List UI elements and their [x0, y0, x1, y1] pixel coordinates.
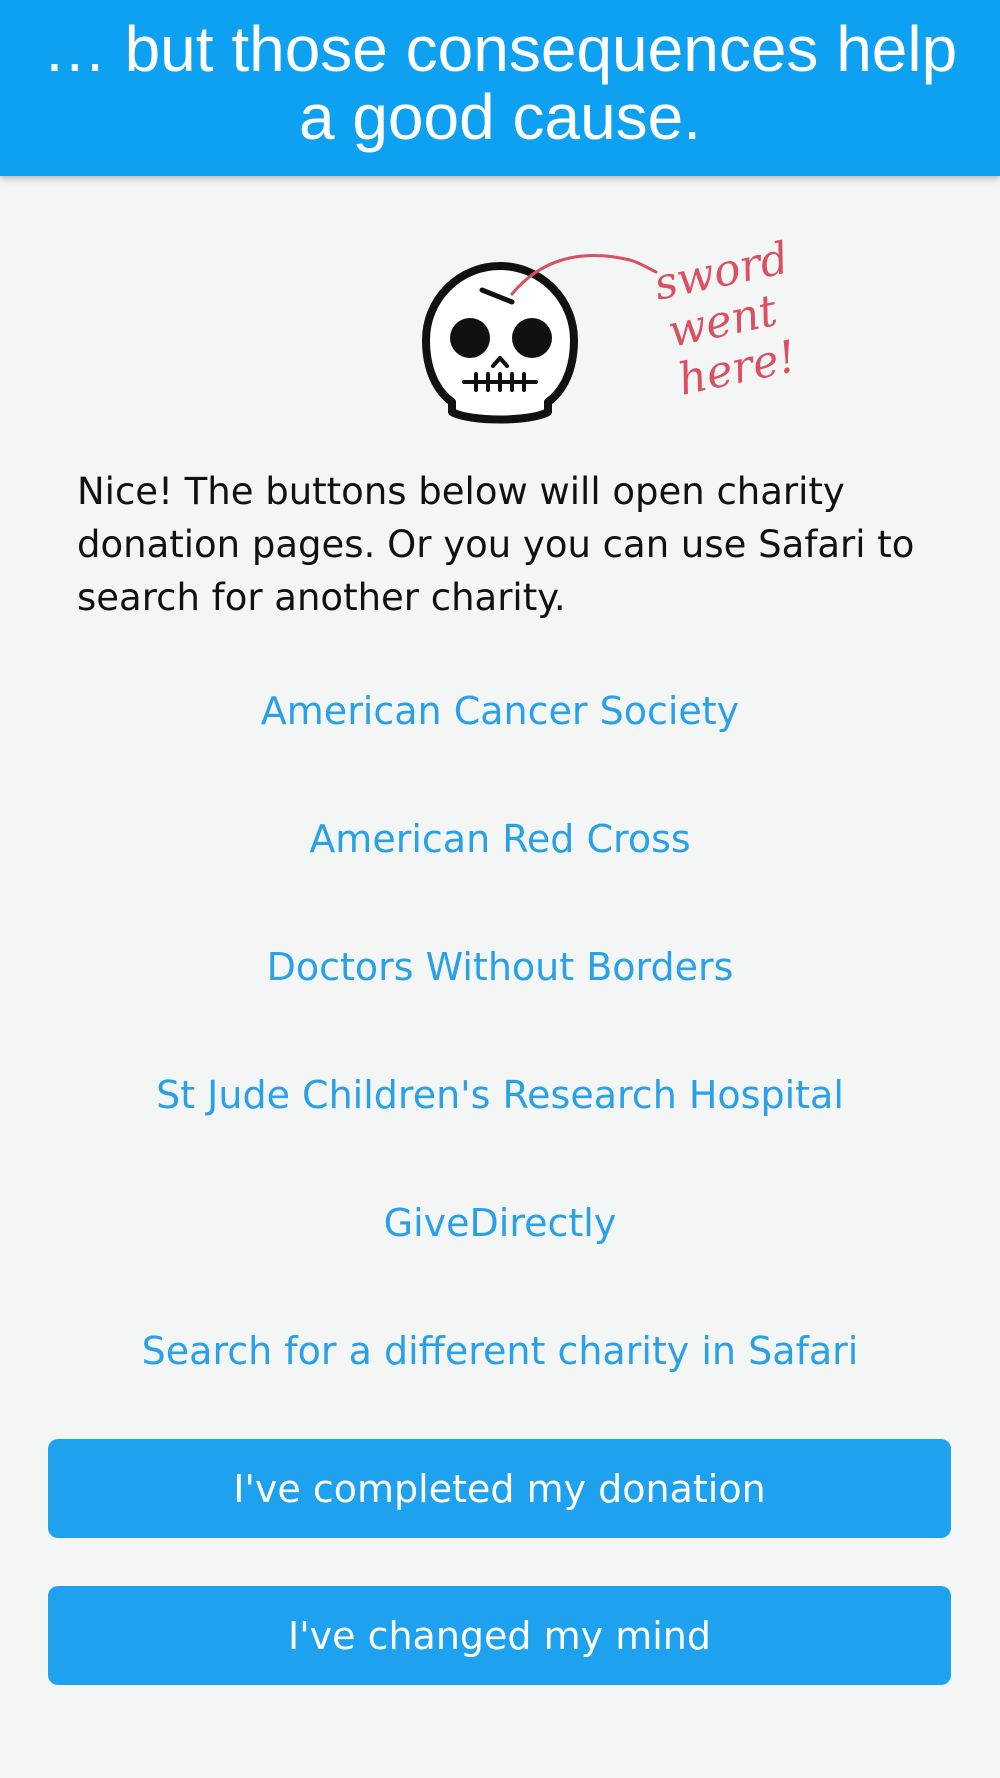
changed-mind-button[interactable]: I've changed my mind — [48, 1586, 951, 1685]
search-safari-link[interactable]: Search for a different charity in Safari — [0, 1326, 1000, 1376]
charity-link-american-red-cross[interactable]: American Red Cross — [0, 814, 1000, 864]
completed-donation-button[interactable]: I've completed my donation — [48, 1439, 951, 1538]
charity-link-st-jude[interactable]: St Jude Children's Research Hospital — [0, 1070, 1000, 1120]
skull-icon: sword went here! — [422, 233, 801, 424]
charity-link-american-cancer-society[interactable]: American Cancer Society — [0, 686, 1000, 736]
page-title: … but those consequences help a good cau… — [42, 13, 958, 153]
header-bar: … but those consequences help a good cau… — [0, 0, 1000, 176]
instructions-text: Nice! The buttons below will open charit… — [77, 470, 915, 619]
charity-link-givedirectly[interactable]: GiveDirectly — [0, 1198, 1000, 1248]
skull-illustration: sword went here! — [410, 230, 810, 430]
charity-link-doctors-without-borders[interactable]: Doctors Without Borders — [0, 942, 1000, 992]
sword-annotation: sword went here! — [650, 233, 801, 406]
